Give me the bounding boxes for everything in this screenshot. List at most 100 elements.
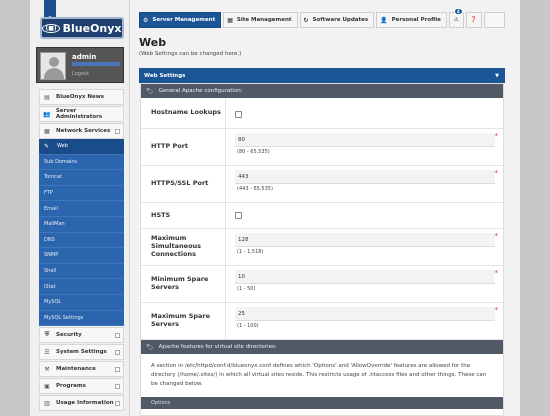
warning-icon: ⚠ bbox=[453, 17, 459, 23]
sidebar-subitem-shell[interactable]: Shell bbox=[39, 263, 124, 280]
page-title: Web bbox=[139, 36, 167, 49]
required-icon: * bbox=[494, 132, 499, 140]
sidebar-subitem-label: Sub Domains bbox=[44, 158, 78, 165]
logo-text: BlueOnyx bbox=[62, 21, 122, 35]
expand-toggle-icon[interactable] bbox=[115, 350, 120, 356]
logout-link[interactable]: Logout bbox=[72, 71, 89, 77]
field-hint: (1 - 100) bbox=[237, 323, 259, 329]
min-spare-input[interactable]: 10 bbox=[235, 270, 495, 284]
required-icon: * bbox=[494, 232, 499, 240]
section-header-virtual-dirs: 🏷 Apache features for virtual site direc… bbox=[141, 340, 503, 354]
section-description: A section in /etc/httpd/conf.d/blueonyx.… bbox=[151, 363, 487, 388]
sidebar-subitem-label: Tomcat bbox=[44, 174, 62, 181]
web-settings-header[interactable]: Web Settings ▼ bbox=[139, 68, 505, 83]
sliders-icon: ☰ bbox=[44, 348, 50, 356]
field-value bbox=[226, 98, 503, 128]
sidebar-item-security[interactable]: ⛨ Security bbox=[39, 327, 124, 344]
field-label: Maximum Simultaneous Connections bbox=[141, 229, 226, 265]
sidebar-item-maintenance[interactable]: ⚒ Maintenance bbox=[39, 361, 124, 378]
avatar bbox=[40, 52, 66, 80]
sidebar-subitem-label: Email bbox=[44, 205, 58, 212]
http-port-input[interactable]: 80 bbox=[235, 133, 495, 147]
collapse-toggle-icon[interactable] bbox=[115, 129, 120, 134]
expand-toggle-icon[interactable] bbox=[115, 333, 120, 339]
sidebar: (■) BlueOnyx admin Logout ▤ BlueOnyx New… bbox=[30, 0, 130, 416]
max-connections-input[interactable]: 128 bbox=[235, 233, 495, 247]
logo[interactable]: (■) BlueOnyx bbox=[40, 17, 124, 39]
user-role-link[interactable] bbox=[72, 62, 120, 66]
sidebar-subitem-mysql[interactable]: MySQL bbox=[39, 294, 124, 311]
wrench-icon: ⚒ bbox=[44, 365, 50, 373]
sidebar-subitem-snmp[interactable]: SNMP bbox=[39, 248, 124, 264]
sidebar-subitem-email[interactable]: Email bbox=[39, 201, 124, 217]
sidebar-subitem-dns[interactable]: DNS bbox=[39, 232, 124, 249]
tab-site-management[interactable]: ▦ Site Management bbox=[223, 12, 298, 28]
section-title: Apache features for virtual site directo… bbox=[158, 344, 277, 350]
form-row-hsts: HSTS bbox=[141, 203, 503, 229]
field-value: * 443 (443 - 65,535) bbox=[226, 166, 503, 202]
hostname-lookups-checkbox[interactable] bbox=[235, 111, 242, 118]
form-row-min-spare: Minimum Spare Servers * 10 (1 - 50) bbox=[141, 266, 503, 303]
sidebar-nav: ▤ BlueOnyx News 👥 Server Administrators … bbox=[39, 89, 124, 412]
form-row-max-spare: Maximum Spare Servers * 25 (1 - 100) bbox=[141, 303, 503, 340]
sidebar-item-usage-information[interactable]: ▥ Usage Information bbox=[39, 395, 124, 412]
sidebar-item-label: BlueOnyx News bbox=[56, 94, 105, 100]
sidebar-item-network-services[interactable]: ▦ Network Services bbox=[39, 123, 124, 139]
expand-toggle-icon[interactable] bbox=[115, 401, 120, 407]
chart-icon: ▥ bbox=[44, 399, 50, 407]
sidebar-item-system-settings[interactable]: ☰ System Settings bbox=[39, 344, 124, 361]
briefcase-icon: ▣ bbox=[44, 382, 50, 390]
tab-label: Personal Profile bbox=[391, 17, 441, 23]
sidebar-subitem-mysql-settings[interactable]: MySQL Settings bbox=[39, 310, 124, 327]
top-tabs: ⚙ Server Management ▦ Site Management ↻ … bbox=[139, 8, 505, 28]
help-button[interactable]: ❓ bbox=[465, 12, 482, 28]
app-frame: (■) BlueOnyx admin Logout ▤ BlueOnyx New… bbox=[30, 0, 520, 416]
field-label: Hostname Lookups bbox=[141, 98, 226, 128]
max-spare-input[interactable]: 25 bbox=[235, 307, 495, 321]
tab-label: Server Management bbox=[152, 17, 216, 23]
tab-server-management[interactable]: ⚙ Server Management bbox=[139, 12, 222, 28]
sidebar-subitem-mailman[interactable]: MailMan bbox=[39, 216, 124, 233]
sidebar-subitem-sub-domains[interactable]: Sub Domains bbox=[39, 154, 124, 171]
field-value: * 10 (1 - 50) bbox=[226, 266, 503, 302]
expand-toggle-icon[interactable] bbox=[115, 367, 120, 373]
sidebar-subitem-ftp[interactable]: FTP bbox=[39, 185, 124, 202]
hsts-checkbox[interactable] bbox=[235, 212, 242, 219]
sidebar-subitem-label: Shell bbox=[44, 268, 57, 275]
sidebar-item-label: Server Administrators bbox=[55, 108, 103, 120]
tag-icon: 🏷 bbox=[146, 87, 154, 95]
sidebar-subitem-istat[interactable]: iStat bbox=[39, 279, 124, 295]
form-row-https-port: HTTPS/SSL Port * 443 (443 - 65,535) bbox=[141, 166, 503, 203]
section-title: General Apache configuration: bbox=[158, 88, 243, 94]
form-row-hostname-lookups: Hostname Lookups bbox=[141, 98, 503, 129]
bookmark-ribbon-icon bbox=[44, 0, 56, 20]
required-icon: * bbox=[494, 169, 499, 177]
user-box: admin Logout bbox=[36, 47, 124, 83]
sidebar-subitem-web[interactable]: ✎ Web bbox=[39, 139, 124, 155]
sidebar-subitem-tomcat[interactable]: Tomcat bbox=[39, 170, 124, 186]
sidebar-item-label: Usage Information bbox=[56, 400, 114, 407]
alerts-button[interactable]: ⚠ 4 bbox=[448, 8, 464, 28]
required-icon: * bbox=[494, 269, 499, 277]
options-header: Options bbox=[141, 397, 503, 410]
sidebar-item-label: Maintenance bbox=[56, 366, 96, 373]
form-row-max-connections: Maximum Simultaneous Connections * 128 (… bbox=[141, 229, 503, 266]
sidebar-subitem-label: MySQL Settings bbox=[44, 314, 84, 321]
tab-software-updates[interactable]: ↻ Software Updates bbox=[299, 12, 375, 28]
required-icon: * bbox=[494, 306, 499, 314]
expand-toggle-icon[interactable] bbox=[115, 384, 120, 390]
field-label: Maximum Spare Servers bbox=[141, 303, 226, 339]
sidebar-subitem-label: Web bbox=[57, 143, 68, 150]
user-icon: 👤 bbox=[380, 16, 388, 24]
caret-down-icon[interactable]: ▼ bbox=[495, 73, 499, 79]
refresh-icon: ↻ bbox=[303, 16, 309, 24]
sidebar-item-news[interactable]: ▤ BlueOnyx News bbox=[39, 89, 124, 105]
https-port-input[interactable]: 443 bbox=[235, 170, 495, 184]
gear-icon: ⚙ bbox=[143, 16, 149, 24]
sidebar-item-server-administrators[interactable]: 👥 Server Administrators bbox=[39, 106, 124, 122]
tag-icon: 🏷 bbox=[146, 343, 154, 351]
tab-personal-profile[interactable]: 👤 Personal Profile bbox=[376, 12, 447, 28]
pencil-icon: ✎ bbox=[44, 142, 50, 150]
network-icon: ▦ bbox=[44, 127, 50, 135]
sidebar-item-programs[interactable]: ▣ Programs bbox=[39, 378, 124, 395]
